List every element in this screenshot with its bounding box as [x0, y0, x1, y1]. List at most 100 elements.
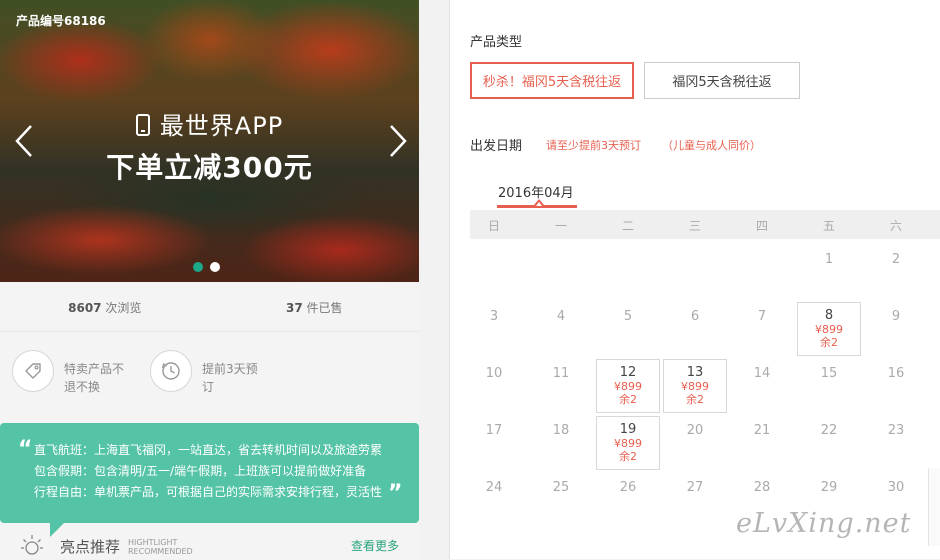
calendar-day: 9 — [864, 302, 928, 356]
feature-no-refund: 特卖产品不退不换 — [12, 350, 130, 396]
weekday-label: 日 — [487, 219, 500, 233]
advance-note: 请至少提前3天预订 — [546, 139, 641, 152]
product-type-standard[interactable]: 福冈5天含税往返 — [644, 62, 800, 99]
views-count: 8607 — [68, 301, 102, 315]
day-number: 3 — [489, 309, 499, 324]
day-number: 8 — [824, 308, 834, 323]
day-price: ¥899 — [681, 380, 709, 393]
banner-app-line: 最世界APP — [0, 106, 419, 141]
highlight-line: 直飞航班：上海直飞福冈，一站直达，省去转机时间以及旅途劳累 — [34, 443, 383, 457]
recommend-en: HIGHTLIGHT RECOMMENDED — [128, 538, 193, 556]
calendar-day: 25 — [529, 473, 593, 527]
day-number: 14 — [753, 366, 771, 381]
weekday-label: 二 — [621, 219, 634, 233]
banner-promo-text: 下单立减300元 — [106, 151, 313, 184]
calendar-day-available[interactable]: 13 ¥899 余2 — [663, 359, 727, 413]
calendar-day: 6 — [663, 302, 727, 356]
carousel-dots — [193, 262, 220, 272]
day-remaining: 余2 — [619, 450, 637, 463]
calendar-day-available[interactable]: 19 ¥899 余2 — [596, 416, 660, 470]
day-number: 28 — [753, 480, 771, 495]
product-type-flash-sale[interactable]: 秒杀！福冈5天含税往返 — [470, 62, 634, 99]
carousel-dot[interactable] — [193, 262, 203, 272]
departure-title: 出发日期 — [470, 139, 523, 154]
recommend-en-line1: HIGHTLIGHT — [128, 538, 178, 547]
day-price: ¥899 — [614, 437, 642, 450]
calendar-day-available[interactable]: 12 ¥899 余2 — [596, 359, 660, 413]
calendar-day: 7 — [730, 302, 794, 356]
views-stat: 8607 次浏览 — [0, 282, 210, 331]
chevron-left-icon[interactable] — [14, 124, 34, 158]
banner-app-text: 最世界APP — [159, 112, 284, 140]
recommend-title: 亮点推荐 — [60, 538, 121, 556]
clock-icon — [150, 350, 192, 392]
chevron-right-icon[interactable] — [388, 124, 408, 158]
tag-icon — [12, 350, 54, 392]
month-caret-icon — [534, 199, 544, 206]
day-remaining: 余2 — [686, 393, 704, 406]
day-number: 24 — [485, 480, 503, 495]
weekday-label: 四 — [755, 219, 768, 233]
calendar-day: 10 — [462, 359, 526, 413]
day-number: 5 — [623, 309, 633, 324]
calendar-day: 21 — [730, 416, 794, 470]
calendar-day: 16 — [864, 359, 928, 413]
calendar-day: 2 — [864, 245, 928, 299]
feature-text: 特卖产品不退不换 — [64, 362, 125, 394]
day-number: 11 — [552, 366, 570, 381]
banner-shade — [0, 0, 419, 282]
recommend-en-line2: RECOMMENDED — [128, 547, 193, 556]
calendar-day: 5 — [596, 302, 660, 356]
highlight-line: 行程自由：单机票产品，可根据自己的实际需求安排行程，灵活性 — [34, 485, 383, 499]
product-code: 产品编号68186 — [16, 14, 106, 28]
day-price: ¥899 — [614, 380, 642, 393]
day-number: 2 — [891, 252, 901, 267]
day-number: 25 — [552, 480, 570, 495]
calendar-day: 23 — [864, 416, 928, 470]
day-number: 9 — [891, 309, 901, 324]
day-number: 19 — [619, 422, 637, 437]
watermark: eLvXing.net — [736, 508, 912, 539]
day-number: 18 — [552, 423, 570, 438]
view-more-link[interactable]: 查看更多 — [351, 537, 399, 554]
day-number: 21 — [753, 423, 771, 438]
quote-close-icon: ” — [388, 481, 403, 506]
weekday-label: 五 — [822, 219, 835, 233]
sun-icon — [21, 535, 43, 555]
sold-label: 件已售 — [306, 301, 343, 315]
day-number: 30 — [887, 480, 905, 495]
day-number: 6 — [690, 309, 700, 324]
banner-carousel[interactable]: 产品编号68186 最世界APP 下单立减300元 — [0, 0, 419, 282]
calendar-weekdays: 日一二三四五六 — [470, 210, 940, 239]
day-number: 7 — [757, 309, 767, 324]
weekday-label: 一 — [554, 219, 567, 233]
calendar-day: 4 — [529, 302, 593, 356]
calendar-day: 18 — [529, 416, 593, 470]
calendar-day: 22 — [797, 416, 861, 470]
day-number: 12 — [619, 365, 637, 380]
calendar-day: 1 — [797, 245, 861, 299]
day-number: 1 — [824, 252, 834, 267]
day-remaining: 余2 — [619, 393, 637, 406]
day-number: 4 — [556, 309, 566, 324]
product-left-panel: 产品编号68186 最世界APP 下单立减300元 8607 次浏览 37 件已… — [0, 0, 419, 559]
calendar-day: 27 — [663, 473, 727, 527]
views-label: 次浏览 — [105, 301, 142, 315]
calendar-day: 17 — [462, 416, 526, 470]
scrollbar[interactable] — [928, 468, 940, 546]
calendar-day: 14 — [730, 359, 794, 413]
product-features: 特卖产品不退不换 提前3天预订 — [10, 350, 410, 410]
day-number: 22 — [820, 423, 838, 438]
calendar-day-available[interactable]: 8 ¥899 余2 — [797, 302, 861, 356]
day-remaining: 余2 — [820, 336, 838, 349]
carousel-dot[interactable] — [210, 262, 220, 272]
calendar-day: 26 — [596, 473, 660, 527]
day-number: 20 — [686, 423, 704, 438]
day-number: 15 — [820, 366, 838, 381]
day-number: 17 — [485, 423, 503, 438]
day-number: 29 — [820, 480, 838, 495]
product-stats: 8607 次浏览 37 件已售 — [0, 282, 419, 332]
day-number: 10 — [485, 366, 503, 381]
highlight-line: 包含假期：包含清明/五一/端午假期，上班族可以提前做好准备 — [34, 464, 367, 478]
highlights-lines: 直飞航班：上海直飞福冈，一站直达，省去转机时间以及旅途劳累 包含假期：包含清明/… — [34, 440, 382, 503]
